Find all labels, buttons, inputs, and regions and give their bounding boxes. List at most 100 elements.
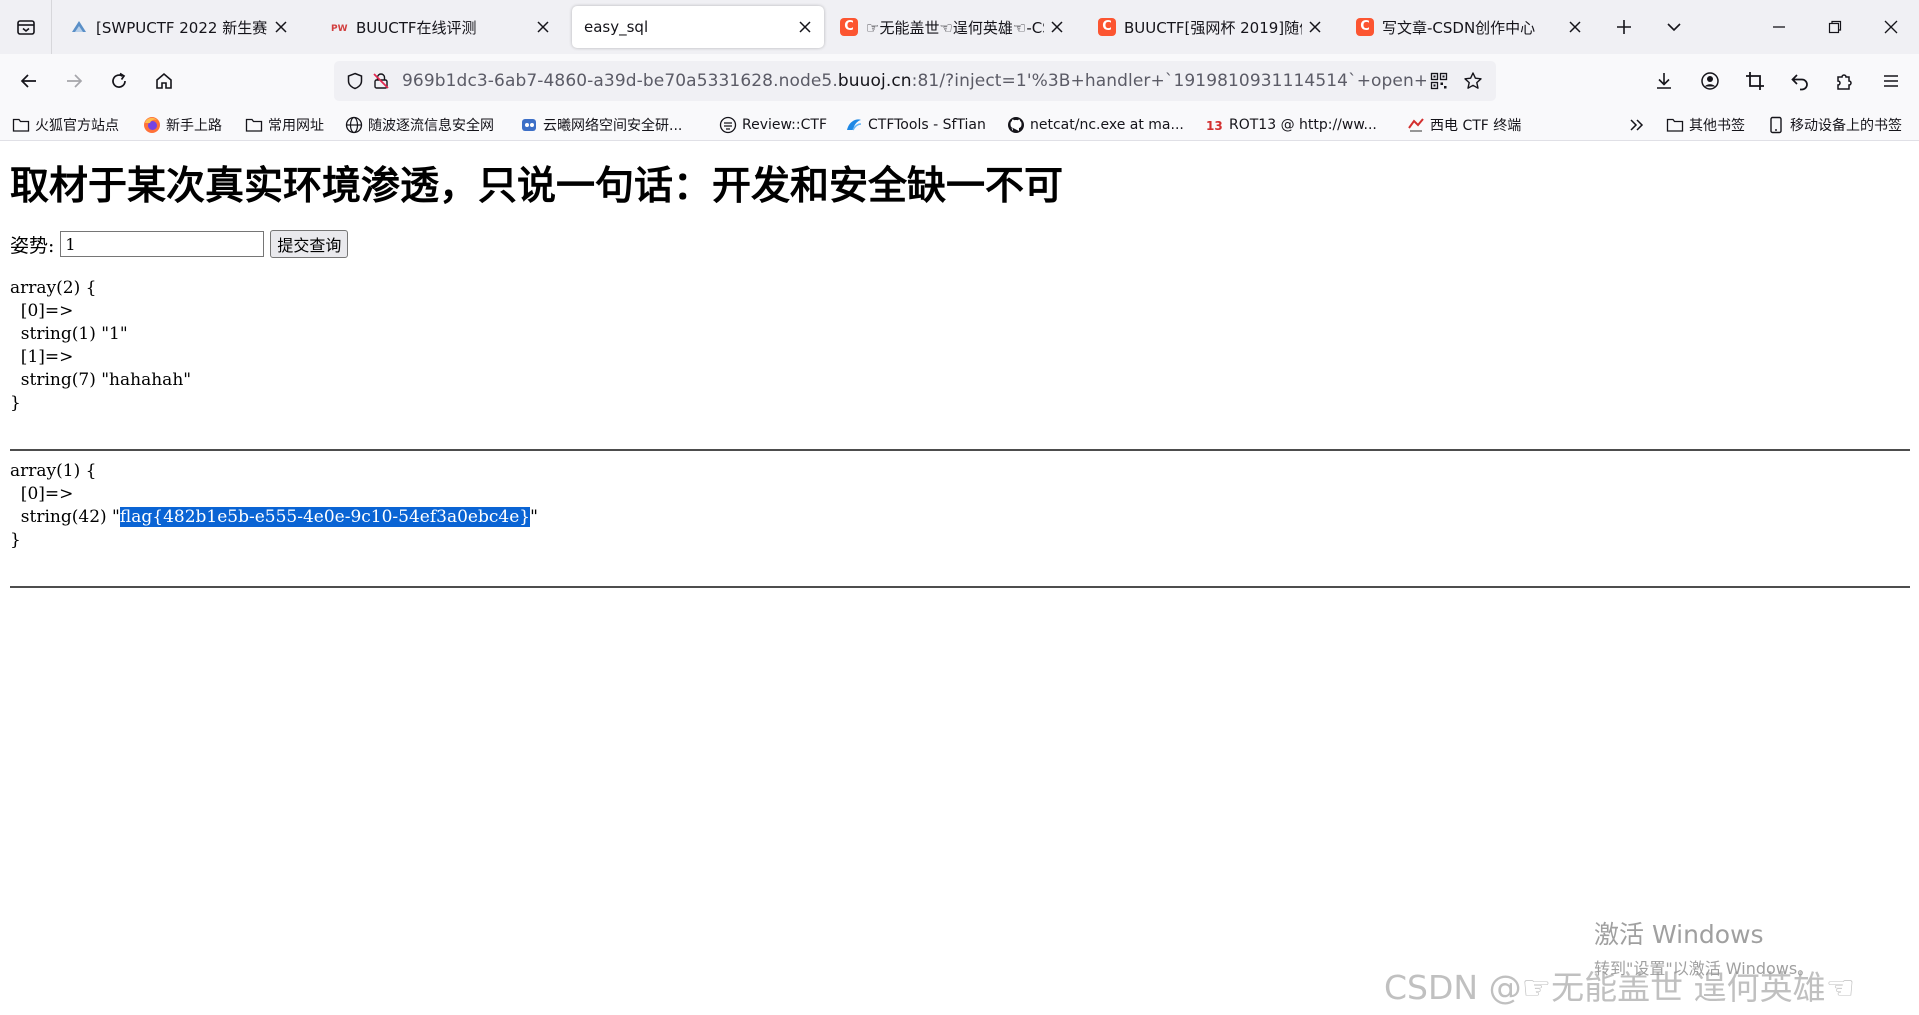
arrow-left-icon — [20, 74, 36, 88]
tab-title: 写文章-CSDN创作中心 — [1382, 18, 1536, 37]
downloads-button[interactable] — [1649, 66, 1679, 96]
close-tab-icon[interactable] — [268, 14, 294, 40]
new-tab-button[interactable] — [1610, 13, 1638, 41]
url-text[interactable]: 969b1dc3-6ab7-4860-a39d-be70a5331628.nod… — [402, 71, 1426, 91]
csdn-icon: C — [1098, 18, 1116, 36]
bookmark-label: netcat/nc.exe at ma... — [1030, 117, 1184, 133]
tab-overflow-button[interactable] — [1660, 13, 1688, 41]
bookmark-label: ROT13 @ http://ww... — [1229, 117, 1377, 133]
tab-strip: [SWPUCTF 2022 新生赛]nu PW BUUCTF在线评测 easy_… — [0, 0, 1919, 54]
dump-head: array(1) { [0]=> string(42) " — [10, 461, 120, 527]
bookmark-label: CTFTools - SfTian — [868, 117, 986, 133]
site-icon — [520, 116, 538, 134]
buuctf-icon: PW — [330, 18, 348, 36]
bookmark-item[interactable]: CTFTools - SfTian — [845, 113, 986, 137]
divider — [10, 449, 1910, 451]
bookmark-item[interactable]: 常用网址 — [245, 113, 324, 137]
account-button[interactable] — [1695, 66, 1725, 96]
bookmark-item[interactable]: 云曦网络空间安全研... — [520, 113, 682, 137]
undo-button[interactable] — [1785, 66, 1815, 96]
tab-title: BUUCTF在线评测 — [356, 18, 477, 37]
github-icon — [1007, 116, 1025, 134]
account-icon — [1701, 72, 1719, 90]
star-icon[interactable] — [1460, 68, 1486, 94]
bookmark-label: 云曦网络空间安全研... — [543, 118, 683, 134]
close-tab-icon[interactable] — [792, 14, 818, 40]
input-label: 姿势: — [10, 234, 55, 257]
close-tab-icon[interactable] — [530, 14, 556, 40]
plus-icon — [1617, 20, 1631, 34]
tab-list-icon — [16, 20, 35, 35]
close-window-button[interactable] — [1863, 0, 1919, 54]
bookmark-label: 其他书签 — [1689, 118, 1745, 134]
shield-icon[interactable] — [342, 68, 368, 94]
bookmarks-toolbar: 火狐官方站点 新手上路 常用网址 随波逐流信息安全网 云曦网络空间安全研... … — [0, 108, 1919, 141]
inject-input[interactable] — [60, 231, 265, 257]
bookmark-item[interactable]: 13 ROT13 @ http://ww... — [1206, 113, 1377, 137]
bookmark-item[interactable]: 随波逐流信息安全网 — [345, 113, 494, 137]
activation-title: 激活 Windows — [1594, 920, 1764, 949]
download-icon — [1657, 73, 1671, 89]
extensions-button[interactable] — [1830, 66, 1860, 96]
tab-csdn-write[interactable]: C 写文章-CSDN创作中心 — [1342, 6, 1594, 48]
submit-button[interactable]: 提交查询 — [270, 230, 349, 258]
xidian-icon — [1407, 116, 1425, 134]
tab-csdn-blog[interactable]: C ☞无能盖世☜逞何英雄☜-CS — [826, 6, 1076, 48]
nssctf-icon — [70, 18, 88, 36]
restore-button[interactable] — [1807, 0, 1863, 54]
page-content: 取材于某次真实环境渗透，只说一句话：开发和安全缺一不可 姿势: 提交查询 arr… — [0, 141, 1919, 1015]
query-result-1: array(2) { [0]=> string(1) "1" [1]=> str… — [10, 278, 192, 413]
bookmark-label: 随波逐流信息安全网 — [368, 118, 494, 134]
mobile-device-icon — [1767, 116, 1785, 134]
forward-button[interactable] — [59, 66, 89, 96]
divider — [10, 586, 1910, 588]
tab-title: [SWPUCTF 2022 新生赛]nu — [96, 18, 268, 37]
bookmark-item[interactable]: Review::CTF — [719, 113, 827, 137]
bookmark-label: 移动设备上的书签 — [1790, 118, 1902, 134]
bookmark-item[interactable]: 火狐官方站点 — [12, 113, 119, 137]
review-icon — [719, 116, 737, 134]
folder-icon — [1666, 116, 1684, 134]
inject-form: 姿势: 提交查询 — [10, 229, 349, 259]
undo-icon — [1791, 74, 1808, 91]
reload-button[interactable] — [104, 66, 134, 96]
close-icon — [1884, 20, 1898, 34]
bookmark-item[interactable]: 新手上路 — [143, 113, 222, 137]
csdn-icon: C — [840, 18, 858, 36]
home-button[interactable] — [149, 66, 179, 96]
menu-button[interactable] — [1876, 66, 1906, 96]
other-bookmarks-folder[interactable]: 其他书签 — [1666, 113, 1745, 137]
query-result-2: array(1) { [0]=> string(42) "flag{482b1e… — [10, 460, 538, 552]
tab-title: easy_sql — [584, 18, 649, 36]
mobile-bookmarks-folder[interactable]: 移动设备上的书签 — [1767, 113, 1902, 137]
tab-swpuctf[interactable]: [SWPUCTF 2022 新生赛]nu — [56, 6, 300, 48]
rot13-icon: 13 — [1206, 116, 1224, 134]
bookmark-item[interactable]: netcat/nc.exe at ma... — [1007, 113, 1184, 137]
bookmark-label: Review::CTF — [742, 117, 827, 133]
close-tab-icon[interactable] — [1562, 14, 1588, 40]
tab-easy-sql[interactable]: easy_sql — [572, 6, 824, 48]
firefox-icon — [143, 116, 161, 134]
tab-buuctf[interactable]: PW BUUCTF在线评测 — [316, 6, 562, 48]
bookmarks-overflow-button[interactable] — [1629, 113, 1645, 137]
csdn-icon: C — [1356, 18, 1374, 36]
close-tab-icon[interactable] — [1302, 14, 1328, 40]
folder-icon — [12, 116, 30, 134]
qr-code-icon[interactable] — [1426, 68, 1452, 94]
url-domain: buuoj.cn — [837, 71, 912, 91]
back-button[interactable] — [14, 66, 44, 96]
bookmark-label: 火狐官方站点 — [35, 118, 119, 134]
minimize-button[interactable] — [1751, 0, 1807, 54]
flag-text[interactable]: flag{482b1e5b-e555-4e0e-9c10-54ef3a0ebc4… — [119, 507, 531, 527]
tab-title: ☞无能盖世☜逞何英雄☜-CS — [866, 18, 1044, 37]
insecure-lock-icon[interactable] — [368, 68, 394, 94]
bookmark-item[interactable]: 西电 CTF 终端 — [1407, 113, 1521, 137]
folder-icon — [245, 116, 263, 134]
close-tab-icon[interactable] — [1044, 14, 1070, 40]
url-bar[interactable]: 969b1dc3-6ab7-4860-a39d-be70a5331628.nod… — [334, 61, 1496, 101]
list-all-tabs-button[interactable] — [0, 0, 52, 54]
url-path: :81/?inject=1'%3B+handler+`1919810931114… — [911, 71, 1426, 91]
csdn-watermark: CSDN @☞无能盖世 逞何英雄☜ — [1384, 968, 1856, 1007]
screenshot-button[interactable] — [1740, 66, 1770, 96]
tab-csdn-qwb[interactable]: C BUUCTF[强网杯 2019]随便 — [1084, 6, 1334, 48]
